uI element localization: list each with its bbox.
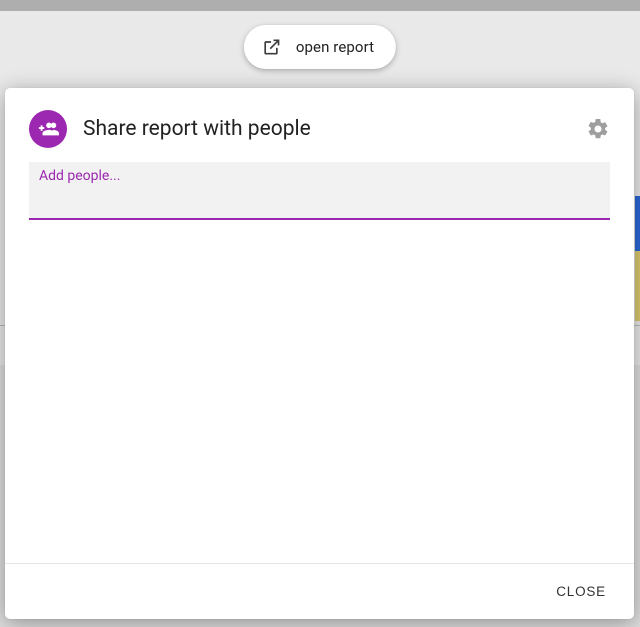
dialog-body [5, 220, 634, 563]
backdrop-stripe [635, 196, 640, 251]
add-people-label: Add people... [39, 168, 600, 184]
add-people-field[interactable]: Add people... [29, 162, 610, 220]
backdrop-stripe [0, 0, 640, 11]
share-dialog: Share report with people Add people... C… [5, 88, 634, 619]
group-add-icon [29, 110, 67, 148]
share-settings-button[interactable] [586, 117, 610, 141]
dialog-title: Share report with people [83, 117, 570, 141]
gear-icon [586, 117, 610, 141]
open-report-button[interactable]: open report [244, 25, 396, 69]
close-button[interactable]: CLOSE [552, 578, 610, 605]
dialog-header: Share report with people [5, 88, 634, 162]
add-people-input[interactable] [39, 186, 600, 218]
backdrop-stripe [635, 251, 640, 321]
dialog-footer: CLOSE [5, 563, 634, 619]
open-report-label: open report [296, 38, 374, 56]
open-in-new-icon [262, 37, 282, 57]
